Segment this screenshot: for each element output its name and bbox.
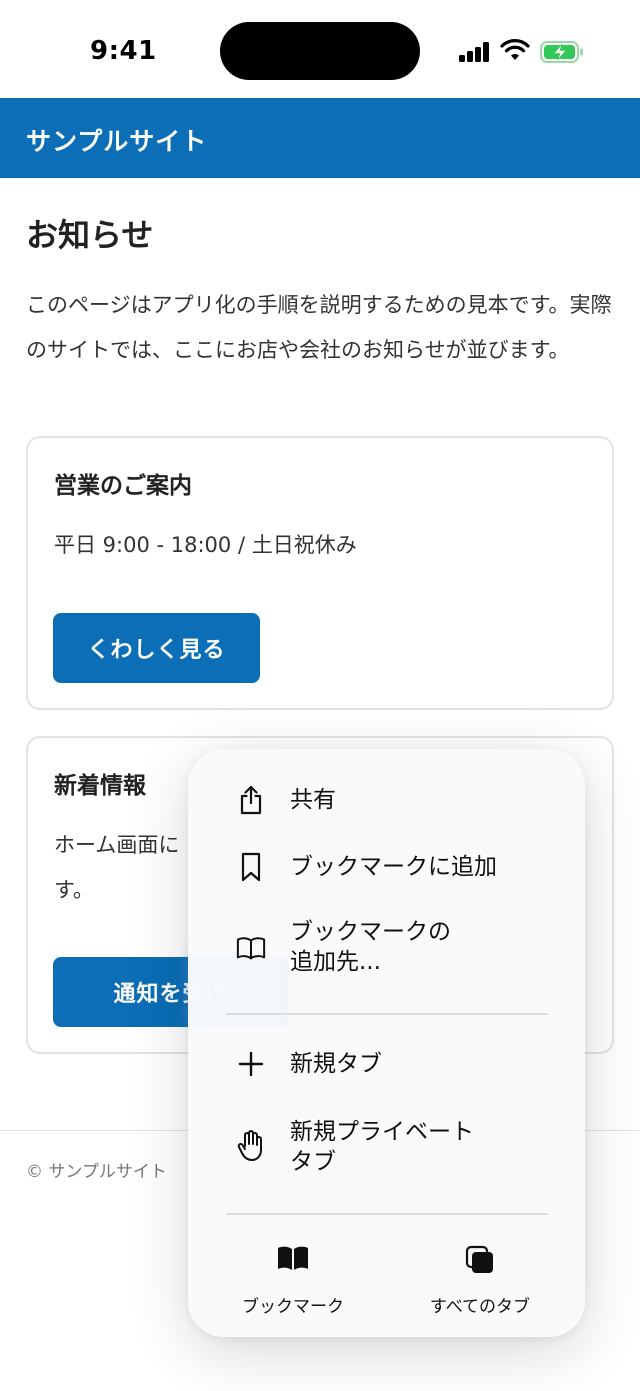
tabs-icon — [463, 1245, 497, 1275]
share-icon — [236, 785, 266, 815]
bookmarks-button[interactable]: ブックマーク — [218, 1245, 368, 1335]
page-title: お知らせ — [26, 216, 154, 254]
card-business-hours: 営業のご案内 平日 9:00 - 18:00 / 土日祝休み くわしく見る — [26, 436, 614, 710]
menu-item-share[interactable]: 共有 — [188, 783, 585, 817]
bookmark-icon — [236, 852, 266, 882]
menu-item-label-line: 追加先... — [290, 949, 381, 975]
menu-item-label: 共有 — [290, 787, 336, 813]
bookmarks-label: ブックマーク — [242, 1297, 344, 1317]
menu-divider — [226, 1213, 548, 1215]
menu-item-label: 新規タブ — [290, 1051, 382, 1077]
menu-item-new-tab[interactable]: 新規タブ — [188, 1047, 585, 1081]
screen: 9:41 サンプルサイト お知らせ このページはアプリ化の手順を説明するための見… — [0, 0, 640, 1391]
menu-item-label: 新規プライベート タブ — [290, 1117, 510, 1177]
cellular-signal-icon — [459, 42, 491, 62]
card-title: 新着情報 — [54, 773, 146, 799]
menu-bottom-bar: ブックマーク すべてのタブ — [188, 1245, 585, 1335]
menu-item-add-bookmark[interactable]: ブックマークに追加 — [188, 850, 585, 884]
all-tabs-button[interactable]: すべてのタブ — [405, 1245, 555, 1335]
menu-item-add-bookmark-to[interactable]: ブックマークの 追加先... — [188, 917, 585, 979]
card-title: 営業のご案内 — [54, 473, 192, 499]
hand-icon — [236, 1130, 266, 1161]
intro-text: このページはアプリ化の手順を説明するための見本です。実際のサイトでは、ここにお店… — [26, 293, 612, 362]
menu-item-label-line: タブ — [290, 1149, 336, 1175]
site-header: サンプルサイト — [0, 98, 640, 178]
menu-item-label: ブックマークの 追加先... — [290, 917, 510, 977]
card-text: 平日 9:00 - 18:00 / 土日祝休み — [54, 533, 357, 557]
site-title[interactable]: サンプルサイト — [26, 122, 207, 158]
menu-item-label-line: 新規プライベート — [290, 1119, 474, 1145]
all-tabs-label: すべてのタブ — [429, 1297, 531, 1317]
bookmarks-icon — [276, 1245, 310, 1275]
wifi-icon — [500, 39, 530, 60]
details-button[interactable]: くわしく見る — [53, 613, 260, 683]
menu-item-label: ブックマークに追加 — [290, 854, 497, 880]
plus-icon — [236, 1049, 266, 1079]
battery-charging-icon — [540, 41, 583, 63]
menu-divider — [226, 1013, 548, 1015]
share-context-menu: 共有 ブックマークに追加 ブックマークの 追加先... 新規タブ 新規プライベー… — [188, 749, 585, 1337]
footer-copyright: © サンプルサイト — [26, 1162, 167, 1182]
menu-item-new-private-tab[interactable]: 新規プライベート タブ — [188, 1117, 585, 1179]
menu-item-label-line: ブックマークの — [290, 919, 451, 945]
status-time: 9:41 — [90, 36, 157, 66]
dynamic-island — [220, 22, 420, 80]
status-bar: 9:41 — [0, 0, 640, 98]
open-book-icon — [236, 933, 266, 963]
